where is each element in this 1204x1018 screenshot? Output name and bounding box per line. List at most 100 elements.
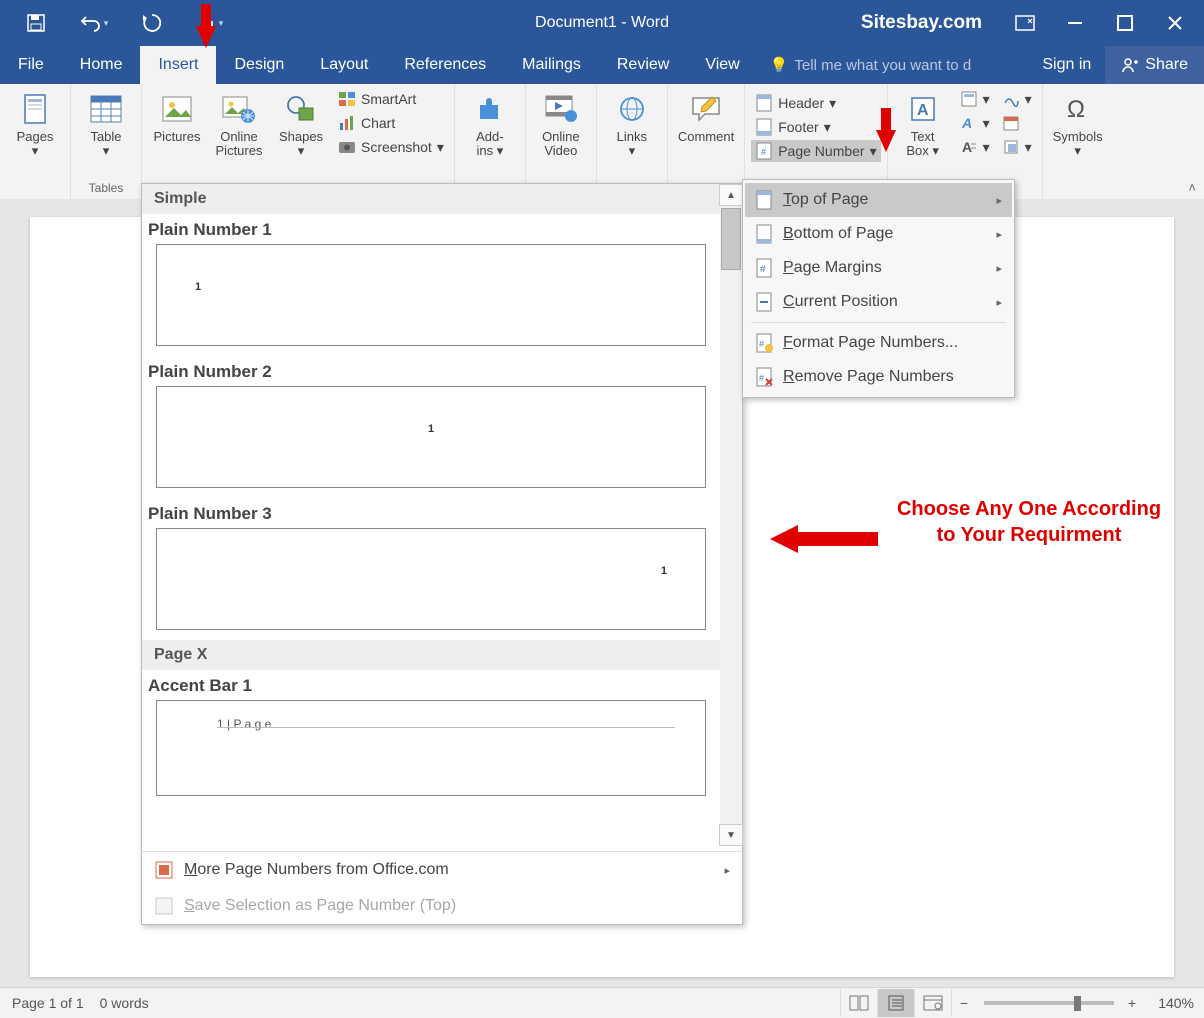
online-pictures-icon xyxy=(222,92,256,126)
lightbulb-icon: 💡 xyxy=(770,56,789,74)
tab-design[interactable]: Design xyxy=(216,46,302,84)
gallery-item-plain-1[interactable]: 1 xyxy=(156,244,706,346)
tab-references[interactable]: References xyxy=(386,46,504,84)
ribbon-tab-bar: File Home Insert Design Layout Reference… xyxy=(0,46,1204,84)
group-symbols: ΩSymbols▾ xyxy=(1043,84,1113,199)
page-number-gallery: Simple Plain Number 1 1 Plain Number 2 1… xyxy=(141,183,743,925)
submenu-remove-page-numbers[interactable]: #Remove Page Numbers xyxy=(745,360,1012,394)
scroll-thumb[interactable] xyxy=(721,208,741,270)
scroll-down-icon[interactable]: ▼ xyxy=(719,824,743,846)
zoom-percent[interactable]: 140% xyxy=(1142,995,1194,1011)
svg-text:#: # xyxy=(759,339,764,349)
header-button[interactable]: Header ▾ xyxy=(751,92,880,114)
submenu-current-position[interactable]: Current Position▸ xyxy=(745,285,1012,319)
status-page[interactable]: Page 1 of 1 xyxy=(12,995,84,1011)
more-page-numbers[interactable]: More Page Numbers from Office.com▸ xyxy=(142,852,742,888)
gallery-item-plain-1-title: Plain Number 1 xyxy=(142,214,720,244)
object-button[interactable]: ▾ xyxy=(998,136,1036,158)
close-icon[interactable] xyxy=(1150,0,1200,46)
gallery-scrollbar[interactable]: ▲ ▼ xyxy=(720,184,742,846)
shapes-button[interactable]: Shapes▾ xyxy=(272,88,330,158)
submenu-top-of-page[interactable]: Top of Page▸ xyxy=(745,183,1012,217)
symbols-button[interactable]: ΩSymbols▾ xyxy=(1049,88,1107,158)
ribbon-display-icon[interactable] xyxy=(1000,0,1050,46)
signature-icon xyxy=(1002,90,1020,108)
sign-in-link[interactable]: Sign in xyxy=(1028,46,1105,84)
annotation-arrow-gallery xyxy=(770,525,878,553)
group-comments: Comment xyxy=(668,84,745,199)
svg-text:A: A xyxy=(962,139,972,155)
table-button[interactable]: Table▾ xyxy=(77,88,135,158)
pages-button[interactable]: Pages▾ xyxy=(6,88,64,158)
pictures-button[interactable]: Pictures xyxy=(148,88,206,144)
footer-button[interactable]: Footer ▾ xyxy=(751,116,880,138)
submenu-format-page-numbers[interactable]: #Format Page Numbers... xyxy=(745,326,1012,360)
title-bar: ▾ ▾ Document1 - Word Sitesbay.com xyxy=(0,0,1204,46)
redo-icon[interactable] xyxy=(134,5,170,41)
page-number-submenu: Top of Page▸ Bottom of Page▸ #Page Margi… xyxy=(742,179,1015,398)
zoom-out-button[interactable]: − xyxy=(951,989,976,1017)
svg-text:A: A xyxy=(917,102,929,119)
scroll-up-icon[interactable]: ▲ xyxy=(719,184,743,206)
comment-icon xyxy=(689,92,723,126)
quick-parts-button[interactable]: ▾ xyxy=(956,88,994,110)
svg-text:A: A xyxy=(961,115,972,131)
read-mode-icon[interactable] xyxy=(840,989,877,1017)
maximize-icon[interactable] xyxy=(1100,0,1150,46)
save-selection: Save Selection as Page Number (Top) xyxy=(142,888,742,924)
submenu-bottom-of-page[interactable]: Bottom of Page▸ xyxy=(745,217,1012,251)
collapse-ribbon-icon[interactable]: ˄ xyxy=(1188,180,1196,195)
share-button[interactable]: Share xyxy=(1105,46,1204,84)
undo-icon[interactable]: ▾ xyxy=(76,5,112,41)
chart-button[interactable]: Chart xyxy=(334,112,448,134)
svg-text:Ω: Ω xyxy=(1067,96,1085,123)
print-layout-icon[interactable] xyxy=(877,989,914,1017)
online-pictures-button[interactable]: Online Pictures xyxy=(210,88,268,158)
svg-text:#: # xyxy=(760,264,766,275)
tab-home[interactable]: Home xyxy=(62,46,141,84)
tab-layout[interactable]: Layout xyxy=(302,46,386,84)
save-icon[interactable] xyxy=(18,5,54,41)
tell-me-box[interactable]: 💡Tell me what you want to d xyxy=(758,46,1029,84)
zoom-in-button[interactable]: + xyxy=(1122,989,1142,1017)
addins-button[interactable]: Add- ins ▾ xyxy=(461,88,519,158)
web-layout-icon[interactable] xyxy=(914,989,951,1017)
page-number-icon: # xyxy=(755,142,773,160)
tab-view[interactable]: View xyxy=(687,46,757,84)
submenu-page-margins[interactable]: #Page Margins▸ xyxy=(745,251,1012,285)
object-icon xyxy=(1002,138,1020,156)
group-label-tables: Tables xyxy=(89,181,124,197)
office-icon xyxy=(154,860,174,880)
tab-insert[interactable]: Insert xyxy=(140,46,216,84)
status-words[interactable]: 0 words xyxy=(100,995,149,1011)
gallery-item-plain-3[interactable]: 1 xyxy=(156,528,706,630)
screenshot-button[interactable]: Screenshot ▾ xyxy=(334,136,448,158)
header-icon xyxy=(755,94,773,112)
date-time-button[interactable] xyxy=(998,112,1036,134)
signature-button[interactable]: ▾ xyxy=(998,88,1036,110)
video-icon xyxy=(544,92,578,126)
drop-cap-button[interactable]: A▾ xyxy=(956,136,994,158)
page-bottom-icon xyxy=(755,224,773,244)
tab-review[interactable]: Review xyxy=(599,46,687,84)
online-video-button[interactable]: Online Video xyxy=(532,88,590,158)
comment-button[interactable]: Comment xyxy=(674,88,738,144)
gallery-item-plain-2[interactable]: 1 xyxy=(156,386,706,488)
group-links: Links▾ xyxy=(597,84,668,199)
tab-mailings[interactable]: Mailings xyxy=(504,46,599,84)
page-number-button[interactable]: #Page Number ▾ xyxy=(751,140,880,162)
date-time-icon xyxy=(1002,114,1020,132)
svg-text:#: # xyxy=(761,147,766,157)
text-box-button[interactable]: AText Box ▾ xyxy=(894,88,952,158)
zoom-slider[interactable] xyxy=(984,1001,1114,1005)
wordart-button[interactable]: A▾ xyxy=(956,112,994,134)
page-top-icon xyxy=(755,190,773,210)
tab-file[interactable]: File xyxy=(0,46,62,84)
remove-numbers-icon: # xyxy=(755,367,773,387)
smartart-button[interactable]: SmartArt xyxy=(334,88,448,110)
minimize-icon[interactable] xyxy=(1050,0,1100,46)
gallery-item-accent-1[interactable]: 1 | P a g e xyxy=(156,700,706,796)
footer-icon xyxy=(755,118,773,136)
links-button[interactable]: Links▾ xyxy=(603,88,661,158)
document-title: Document1 - Word xyxy=(535,14,669,32)
